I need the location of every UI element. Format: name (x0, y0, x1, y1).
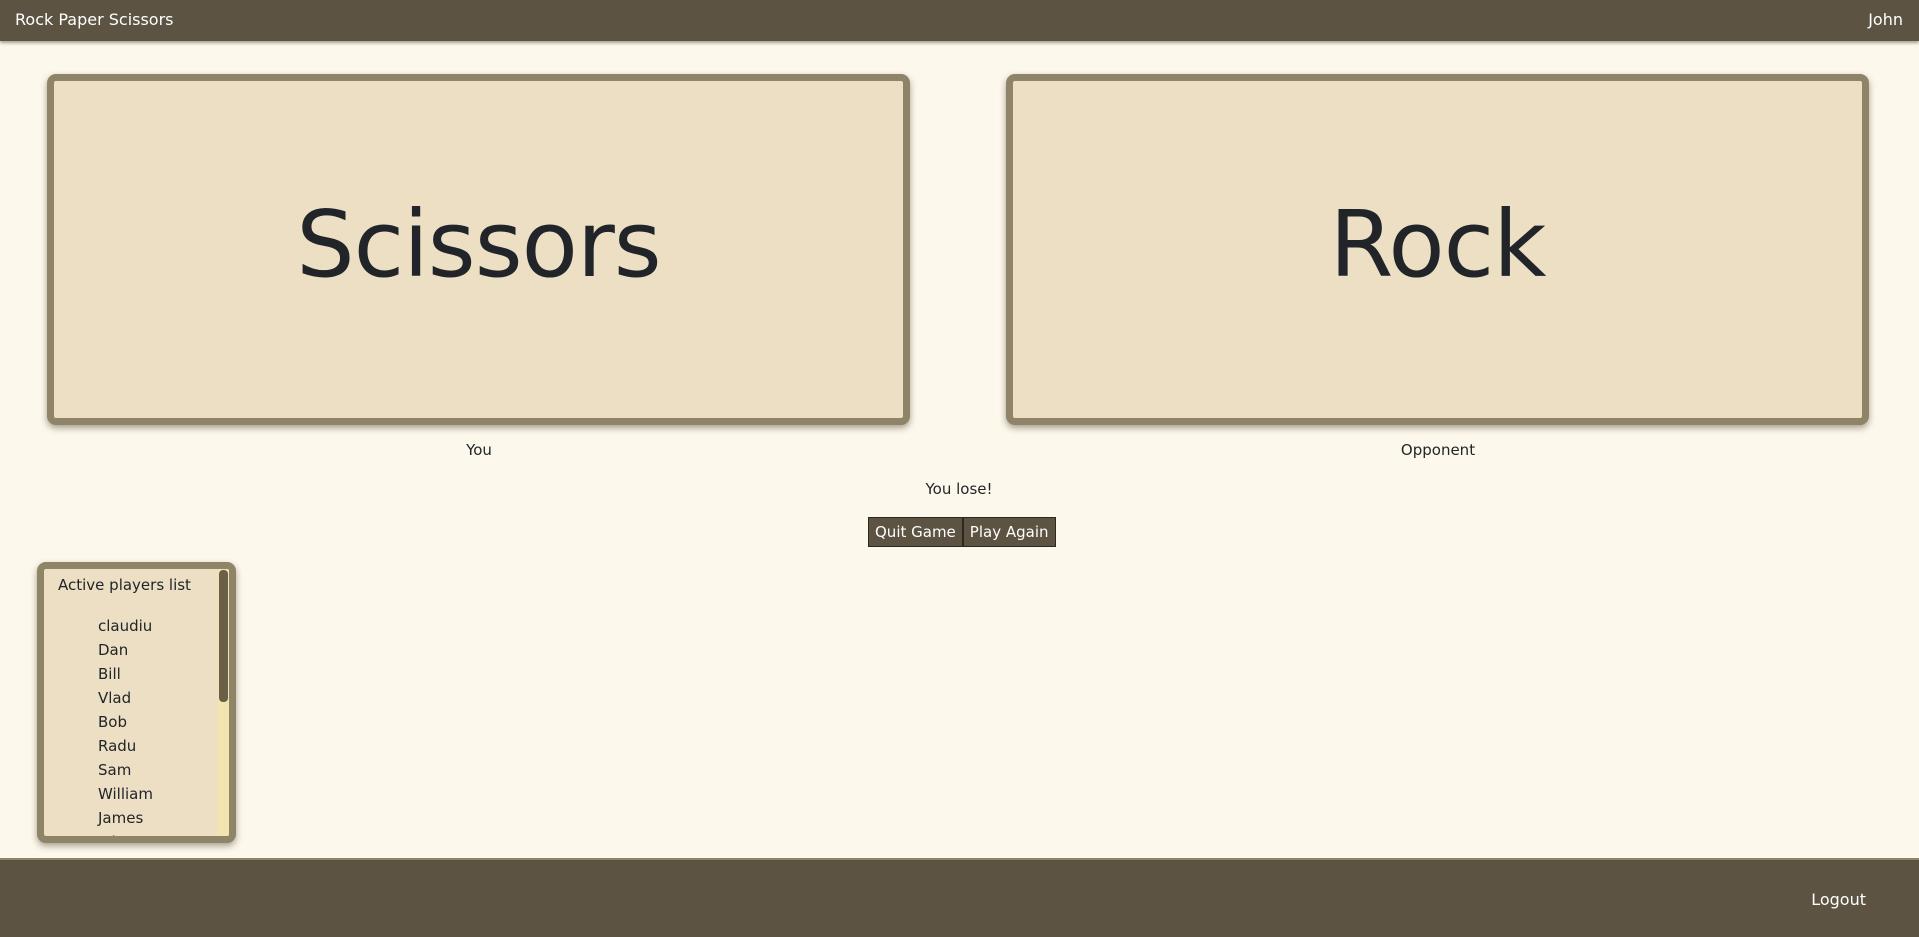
player-item[interactable]: Bill (98, 664, 153, 688)
players-scrollbar[interactable] (218, 569, 229, 836)
opponent-choice-card: Rock (1006, 74, 1869, 425)
you-caption: You (466, 441, 492, 459)
player-item[interactable]: Bob (98, 712, 153, 736)
player-item[interactable]: Radu (98, 736, 153, 760)
player-item[interactable]: Vlad (98, 688, 153, 712)
your-choice-text: Scissors (296, 191, 661, 298)
game-result: You lose! (925, 480, 993, 498)
player-item[interactable]: James (98, 808, 153, 832)
players-scrollbar-thumb[interactable] (219, 570, 228, 702)
play-again-button[interactable]: Play Again (962, 517, 1056, 547)
app-brand[interactable]: Rock Paper Scissors (15, 10, 174, 29)
game-actions: Quit Game Play Again (868, 517, 1056, 547)
player-item[interactable]: William (98, 784, 153, 808)
top-navbar: Rock Paper Scissors John (0, 0, 1919, 41)
footer-bar: Logout (0, 858, 1919, 937)
active-players-panel[interactable]: Active players list claudiu Dan Bill Vla… (37, 562, 236, 843)
logout-link[interactable]: Logout (1811, 890, 1866, 909)
opponent-choice-text: Rock (1329, 191, 1547, 298)
opponent-caption: Opponent (1400, 441, 1476, 459)
player-item[interactable]: claudiu (98, 616, 153, 640)
username-label: John (1868, 10, 1903, 29)
player-item[interactable]: Sam (98, 760, 153, 784)
your-choice-card: Scissors (47, 74, 910, 425)
quit-game-button[interactable]: Quit Game (868, 517, 963, 547)
active-players-list: claudiu Dan Bill Vlad Bob Radu Sam Willi… (44, 616, 153, 836)
player-item[interactable]: John (98, 832, 153, 836)
player-item[interactable]: Dan (98, 640, 153, 664)
active-players-title: Active players list (58, 576, 191, 594)
